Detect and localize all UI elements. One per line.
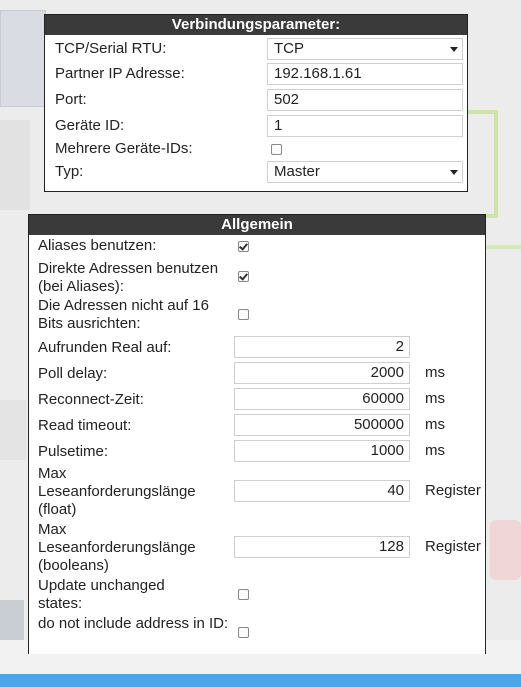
panel-title: Verbindungsparameter: <box>45 15 467 35</box>
background-connector-line <box>484 245 521 369</box>
poll-delay-label: Poll delay: <box>38 365 108 382</box>
chevron-down-icon <box>450 170 458 175</box>
reconnect-label: Reconnect-Zeit: <box>38 391 144 408</box>
read-timeout-unit: ms <box>425 416 445 433</box>
no-address-in-id-checkbox[interactable] <box>238 627 249 638</box>
type-value: Master <box>274 163 320 180</box>
tcp-serial-value: TCP <box>274 40 304 57</box>
round-real-input[interactable]: 2 <box>234 336 410 358</box>
device-id-label: Geräte ID: <box>55 117 125 134</box>
update-unchanged-label: Update unchanged states: <box>38 577 165 612</box>
poll-delay-unit: ms <box>425 364 445 381</box>
background-device-image <box>0 600 24 640</box>
reconnect-input[interactable]: 60000 <box>234 388 410 410</box>
aliases-checkbox[interactable] <box>238 241 249 252</box>
round-real-label: Aufrunden Real auf: <box>38 339 172 356</box>
multiple-device-ids-label: Mehrere Geräte-IDs: <box>55 140 193 157</box>
no-address-in-id-label: do not include address in ID: <box>38 615 229 632</box>
port-input[interactable]: 502 <box>267 89 463 111</box>
tcp-serial-select[interactable]: TCP <box>267 38 463 60</box>
pulsetime-label: Pulsetime: <box>38 443 109 460</box>
read-timeout-label: Read timeout: <box>38 417 132 434</box>
max-read-bool-unit: Register <box>425 538 481 555</box>
background-device-image <box>0 400 26 460</box>
no-align-16-checkbox[interactable] <box>238 309 249 320</box>
max-read-bool-input[interactable]: 128 <box>234 536 410 558</box>
max-read-float-label: Max Leseanforderungslänge (float) <box>38 465 196 518</box>
bottom-bar <box>0 674 521 687</box>
background-device-image <box>0 10 46 107</box>
aliases-label: Aliases benutzen: <box>38 237 157 254</box>
port-label: Port: <box>55 91 87 108</box>
device-id-input[interactable]: 1 <box>267 115 463 137</box>
direct-addresses-checkbox[interactable] <box>238 271 249 282</box>
general-panel: Allgemein Aliases benutzen: Direkte Adre… <box>28 214 486 654</box>
poll-delay-input[interactable]: 2000 <box>234 362 410 384</box>
max-read-float-unit: Register <box>425 482 481 499</box>
chevron-down-icon <box>450 47 458 52</box>
max-read-float-input[interactable]: 40 <box>234 480 410 502</box>
type-label: Typ: <box>55 163 84 180</box>
pulsetime-input[interactable]: 1000 <box>234 440 410 462</box>
background-device-image <box>0 120 30 210</box>
max-read-bool-label: Max Leseanforderungslänge (booleans) <box>38 521 196 574</box>
no-align-16-label: Die Adressen nicht auf 16 Bits ausrichte… <box>38 297 209 332</box>
partner-ip-label: Partner IP Adresse: <box>55 65 185 82</box>
background-connector-line <box>466 110 498 218</box>
type-select[interactable]: Master <box>267 161 463 183</box>
direct-addresses-label: Direkte Adressen benutzen (bei Aliases): <box>38 260 219 295</box>
pulsetime-unit: ms <box>425 442 445 459</box>
update-unchanged-checkbox[interactable] <box>238 589 249 600</box>
panel-title: Allgemein <box>29 215 485 235</box>
connection-parameters-panel: Verbindungsparameter: TCP/Serial RTU: TC… <box>44 14 468 192</box>
multiple-device-ids-checkbox[interactable] <box>271 144 282 155</box>
reconnect-unit: ms <box>425 390 445 407</box>
background-device-image <box>490 520 521 580</box>
read-timeout-input[interactable]: 500000 <box>234 414 410 436</box>
partner-ip-input[interactable]: 192.168.1.61 <box>267 63 463 85</box>
tcp-serial-label: TCP/Serial RTU: <box>55 40 167 57</box>
